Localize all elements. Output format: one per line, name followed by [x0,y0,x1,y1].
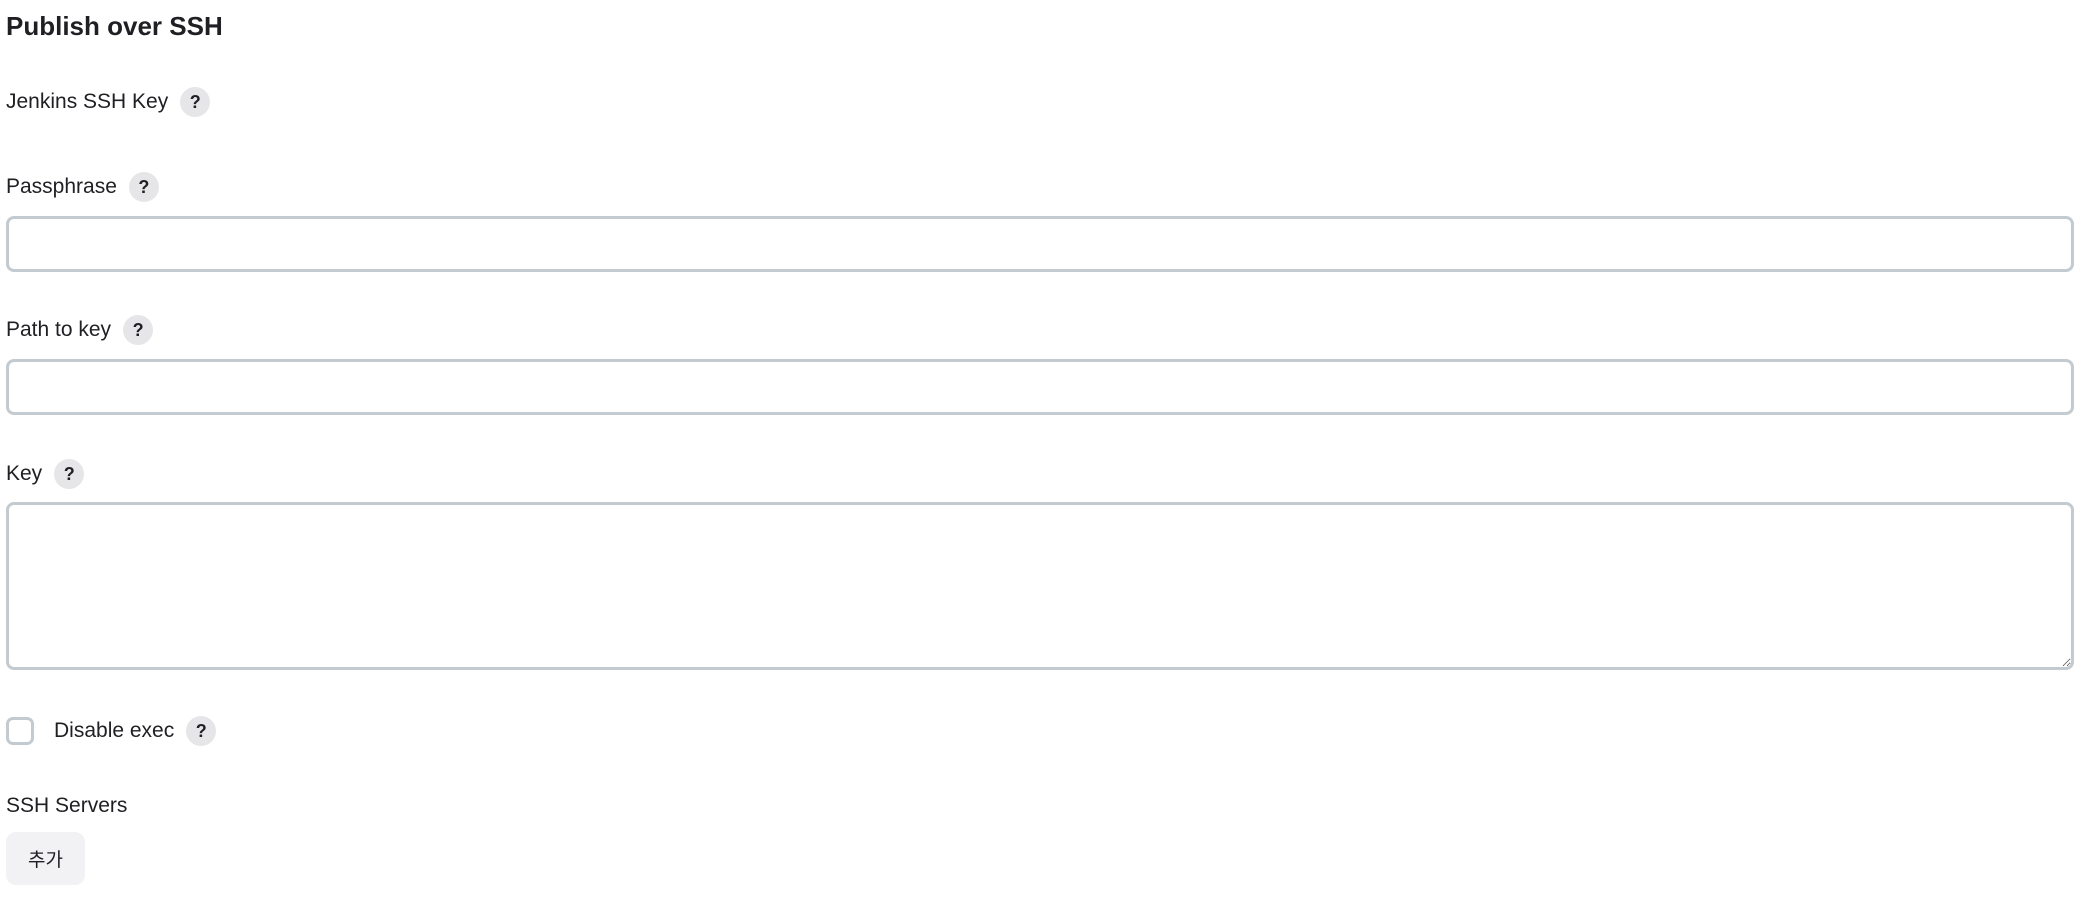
jenkins-ssh-key-label: Jenkins SSH Key [6,90,169,113]
add-ssh-server-button[interactable]: 추가 [6,832,85,885]
disable-exec-help-icon[interactable]: ? [186,716,217,746]
path-to-key-help-icon[interactable]: ? [123,315,154,345]
disable-exec-label[interactable]: Disable exec [54,719,174,743]
key-help-icon[interactable]: ? [54,459,85,489]
path-to-key-label-row: Path to key ? [6,314,154,346]
path-to-key-label: Path to key [6,318,112,341]
jenkins-ssh-key-help-icon[interactable]: ? [180,87,211,117]
passphrase-label-row: Passphrase ? [6,171,159,203]
section-title: Publish over SSH [6,11,223,41]
passphrase-help-icon[interactable]: ? [128,172,159,202]
passphrase-label: Passphrase [6,175,117,198]
key-label: Key [6,462,43,485]
jenkins-ssh-key-label-row: Jenkins SSH Key ? [6,86,211,118]
key-textarea[interactable] [6,502,2074,670]
disable-exec-row: Disable exec ? [6,714,217,748]
ssh-servers-label: SSH Servers [6,794,128,817]
key-label-row: Key ? [6,458,85,490]
disable-exec-checkbox[interactable] [6,717,34,745]
path-to-key-input[interactable] [6,359,2074,415]
passphrase-input[interactable] [6,216,2074,272]
